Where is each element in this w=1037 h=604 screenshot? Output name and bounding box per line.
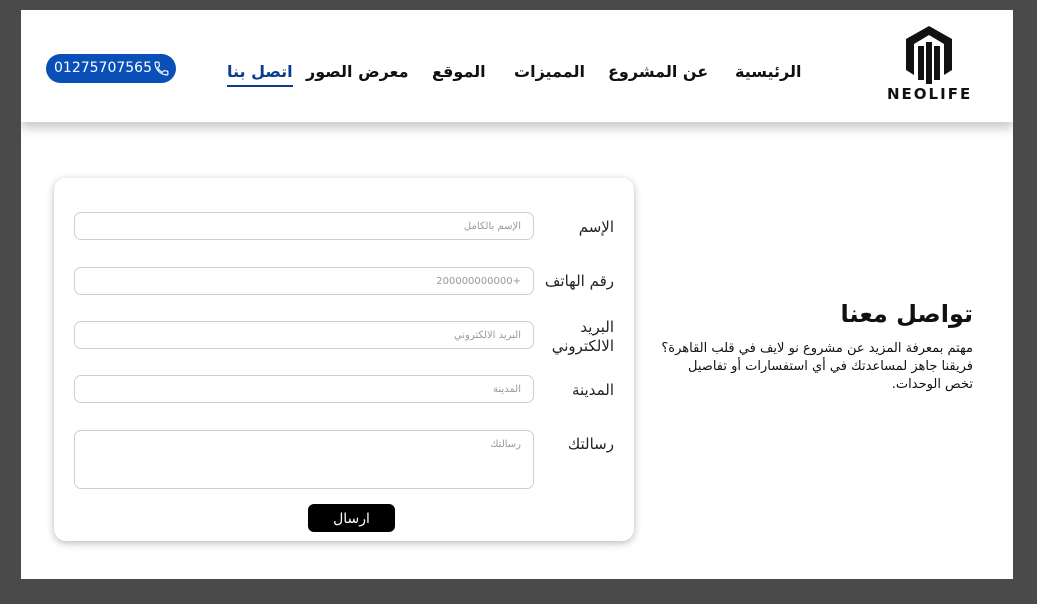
message-label: رسالتك xyxy=(567,435,614,453)
contact-intro: تواصل معنا مهتم بمعرفة المزيد عن مشروع ن… xyxy=(661,300,973,394)
submit-button[interactable]: ارسال xyxy=(308,504,395,532)
phone-field[interactable] xyxy=(74,267,534,295)
brand-name: NEOLIFE xyxy=(887,85,973,103)
brand-logo[interactable]: NEOLIFE xyxy=(887,26,971,108)
contact-form-card: الإسم رقم الهاتف البريد الالكتروني المدي… xyxy=(54,178,634,541)
message-field[interactable] xyxy=(74,430,534,489)
nav-item-features[interactable]: المميزات xyxy=(514,62,585,81)
email-field[interactable] xyxy=(74,321,534,349)
nav-item-about[interactable]: عن المشروع xyxy=(608,62,708,81)
neolife-logo-icon xyxy=(906,26,952,84)
intro-description: مهتم بمعرفة المزيد عن مشروع نو لايف في ق… xyxy=(661,341,973,392)
city-field[interactable] xyxy=(74,375,534,403)
nav-item-location[interactable]: الموقع xyxy=(432,62,486,81)
page-title: تواصل معنا xyxy=(840,300,973,328)
city-label: المدينة xyxy=(571,381,614,399)
nav-item-gallery[interactable]: معرض الصور xyxy=(306,62,408,81)
phone-label: رقم الهاتف xyxy=(544,272,614,290)
name-label: الإسم xyxy=(578,218,614,236)
nav-item-contact[interactable]: اتصل بنا xyxy=(227,62,293,87)
page-frame: NEOLIFE الرئيسية عن المشروع المميزات الم… xyxy=(21,10,1013,579)
nav-item-home[interactable]: الرئيسية xyxy=(735,62,802,81)
email-label: البريد الالكتروني xyxy=(551,318,614,355)
phone-button[interactable]: 01275707565 xyxy=(46,54,176,83)
phone-icon xyxy=(154,61,169,76)
phone-number: 01275707565 xyxy=(54,60,152,76)
name-field[interactable] xyxy=(74,212,534,240)
site-header: NEOLIFE الرئيسية عن المشروع المميزات الم… xyxy=(21,10,1013,122)
